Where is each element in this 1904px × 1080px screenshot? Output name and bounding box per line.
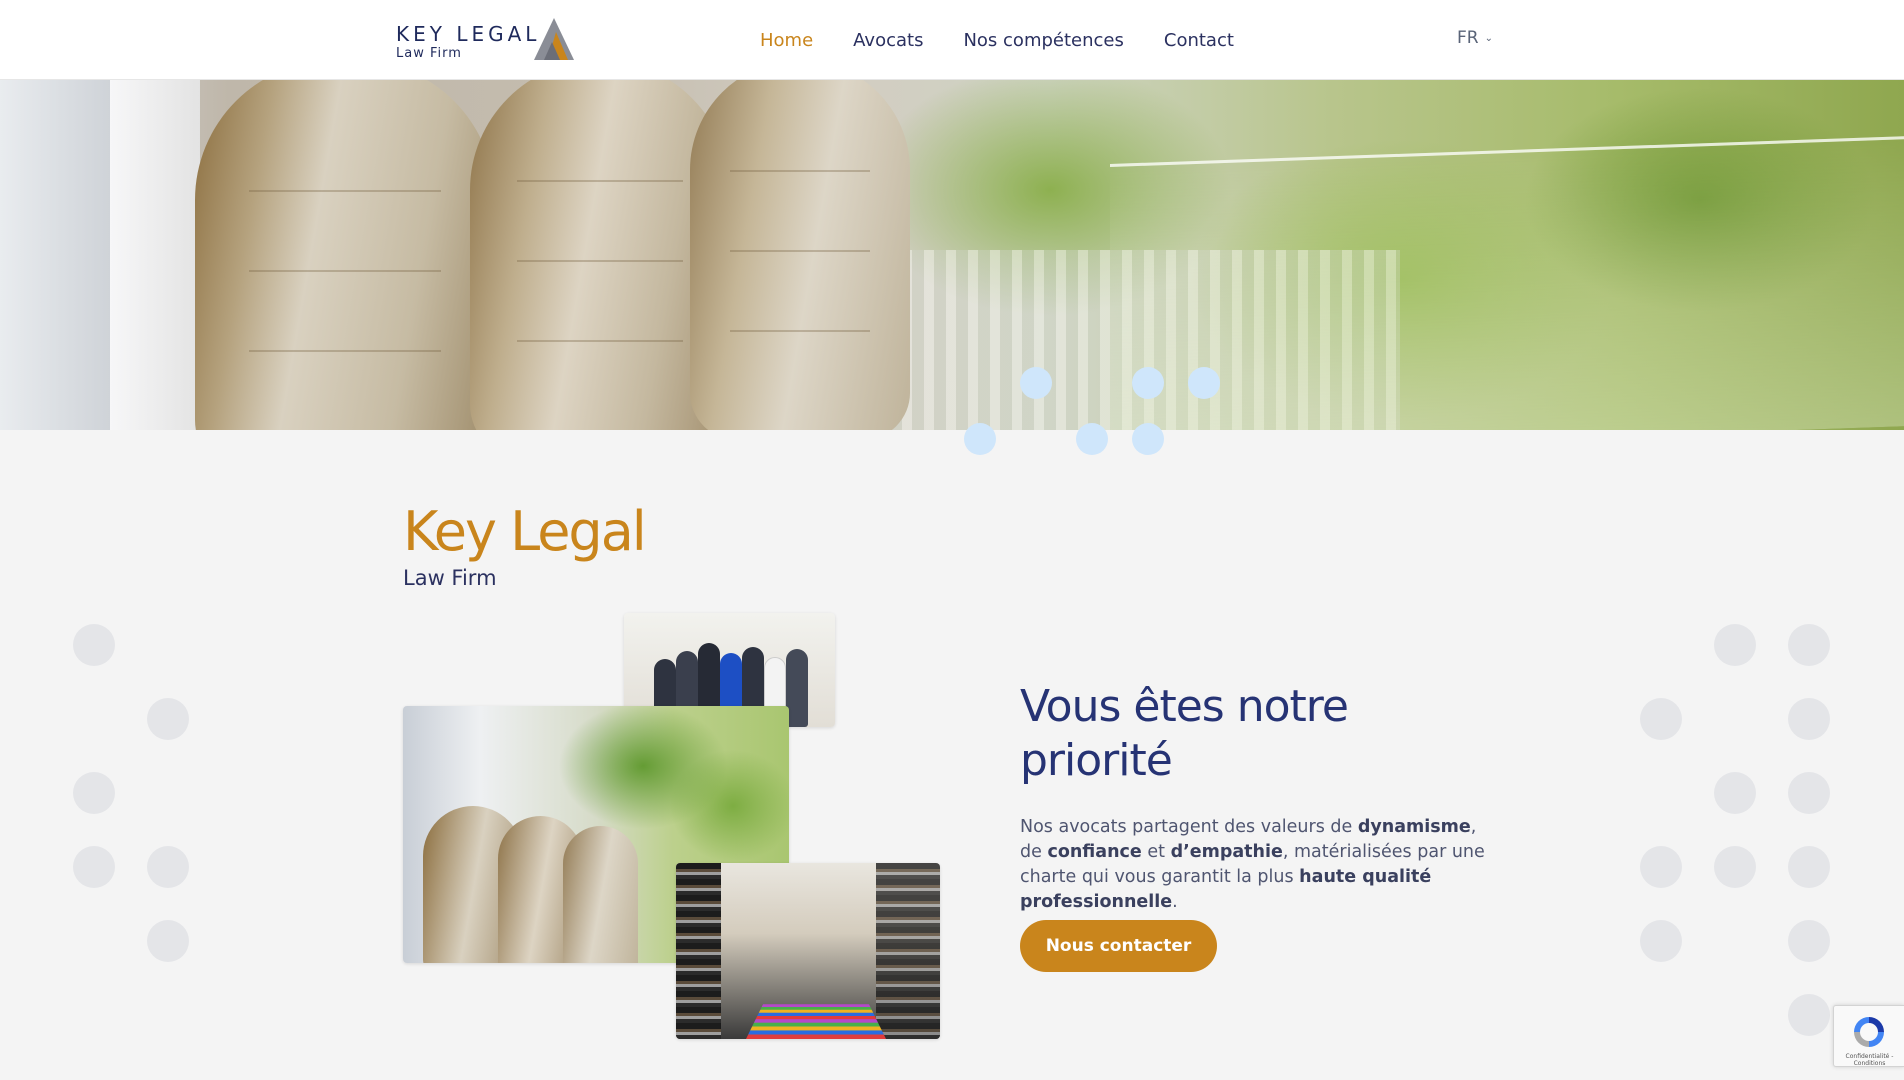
logo-subtitle: Law Firm: [396, 46, 462, 61]
decorative-dot: [73, 846, 115, 888]
decorative-dot: [964, 423, 996, 455]
decorative-dot: [1640, 920, 1682, 962]
decorative-dot: [147, 920, 189, 962]
decorative-dot: [1714, 772, 1756, 814]
nav-contact[interactable]: Contact: [1164, 30, 1234, 51]
decorative-dot: [147, 698, 189, 740]
decorative-dot: [1714, 624, 1756, 666]
decorative-dot: [1640, 846, 1682, 888]
logo-name: KEY LEGAL: [396, 22, 541, 46]
contact-button[interactable]: Nous contacter: [1020, 920, 1217, 972]
decorative-dot: [1788, 846, 1830, 888]
decorative-dot: [1788, 994, 1830, 1036]
nav-avocats[interactable]: Avocats: [853, 30, 923, 51]
decorative-dot: [1076, 423, 1108, 455]
decorative-dot: [1640, 698, 1682, 740]
hero-chair: [690, 80, 910, 430]
chevron-down-icon: ⌄: [1484, 32, 1493, 44]
decorative-dot: [1788, 624, 1830, 666]
nav-competences[interactable]: Nos compétences: [963, 30, 1123, 51]
decorative-dot: [1788, 920, 1830, 962]
hero-glass-table: [1110, 136, 1904, 430]
decorative-dot: [1788, 772, 1830, 814]
firm-subtitle: Law Firm: [403, 566, 497, 590]
logo-triangle-icon: [534, 18, 574, 60]
decorative-dot: [147, 846, 189, 888]
hero-wall: [0, 80, 110, 430]
decorative-dot: [1132, 367, 1164, 399]
decorative-dot: [1020, 367, 1052, 399]
brand-logo[interactable]: KEY LEGAL Law Firm: [396, 18, 576, 64]
hero-banner-image: [0, 80, 1904, 430]
recaptcha-badge[interactable]: Confidentialité - Conditions: [1833, 1005, 1904, 1067]
decorative-dot: [73, 772, 115, 814]
decorative-dot: [1788, 698, 1830, 740]
decorative-dot: [1188, 367, 1220, 399]
recaptcha-links[interactable]: Confidentialité - Conditions: [1834, 1053, 1904, 1067]
site-header: KEY LEGAL Law Firm Home Avocats Nos comp…: [0, 0, 1904, 80]
hero-chair: [195, 80, 495, 430]
decorative-dot: [73, 624, 115, 666]
hero-window: [110, 80, 200, 430]
recaptcha-icon: [1854, 1017, 1884, 1047]
decorative-dot: [1132, 423, 1164, 455]
priority-heading: Vous êtes notre priorité: [1020, 681, 1349, 786]
language-label: FR: [1457, 28, 1479, 48]
decorative-dot: [1714, 846, 1756, 888]
firm-title: Key Legal: [403, 500, 647, 563]
priority-description: Nos avocats partagent des valeurs de dyn…: [1020, 817, 1485, 912]
nav-home[interactable]: Home: [760, 30, 813, 51]
main-nav: Home Avocats Nos compétences Contact: [760, 0, 1234, 80]
language-selector[interactable]: FR ⌄: [1457, 28, 1493, 48]
office-library-photo: [676, 863, 940, 1039]
